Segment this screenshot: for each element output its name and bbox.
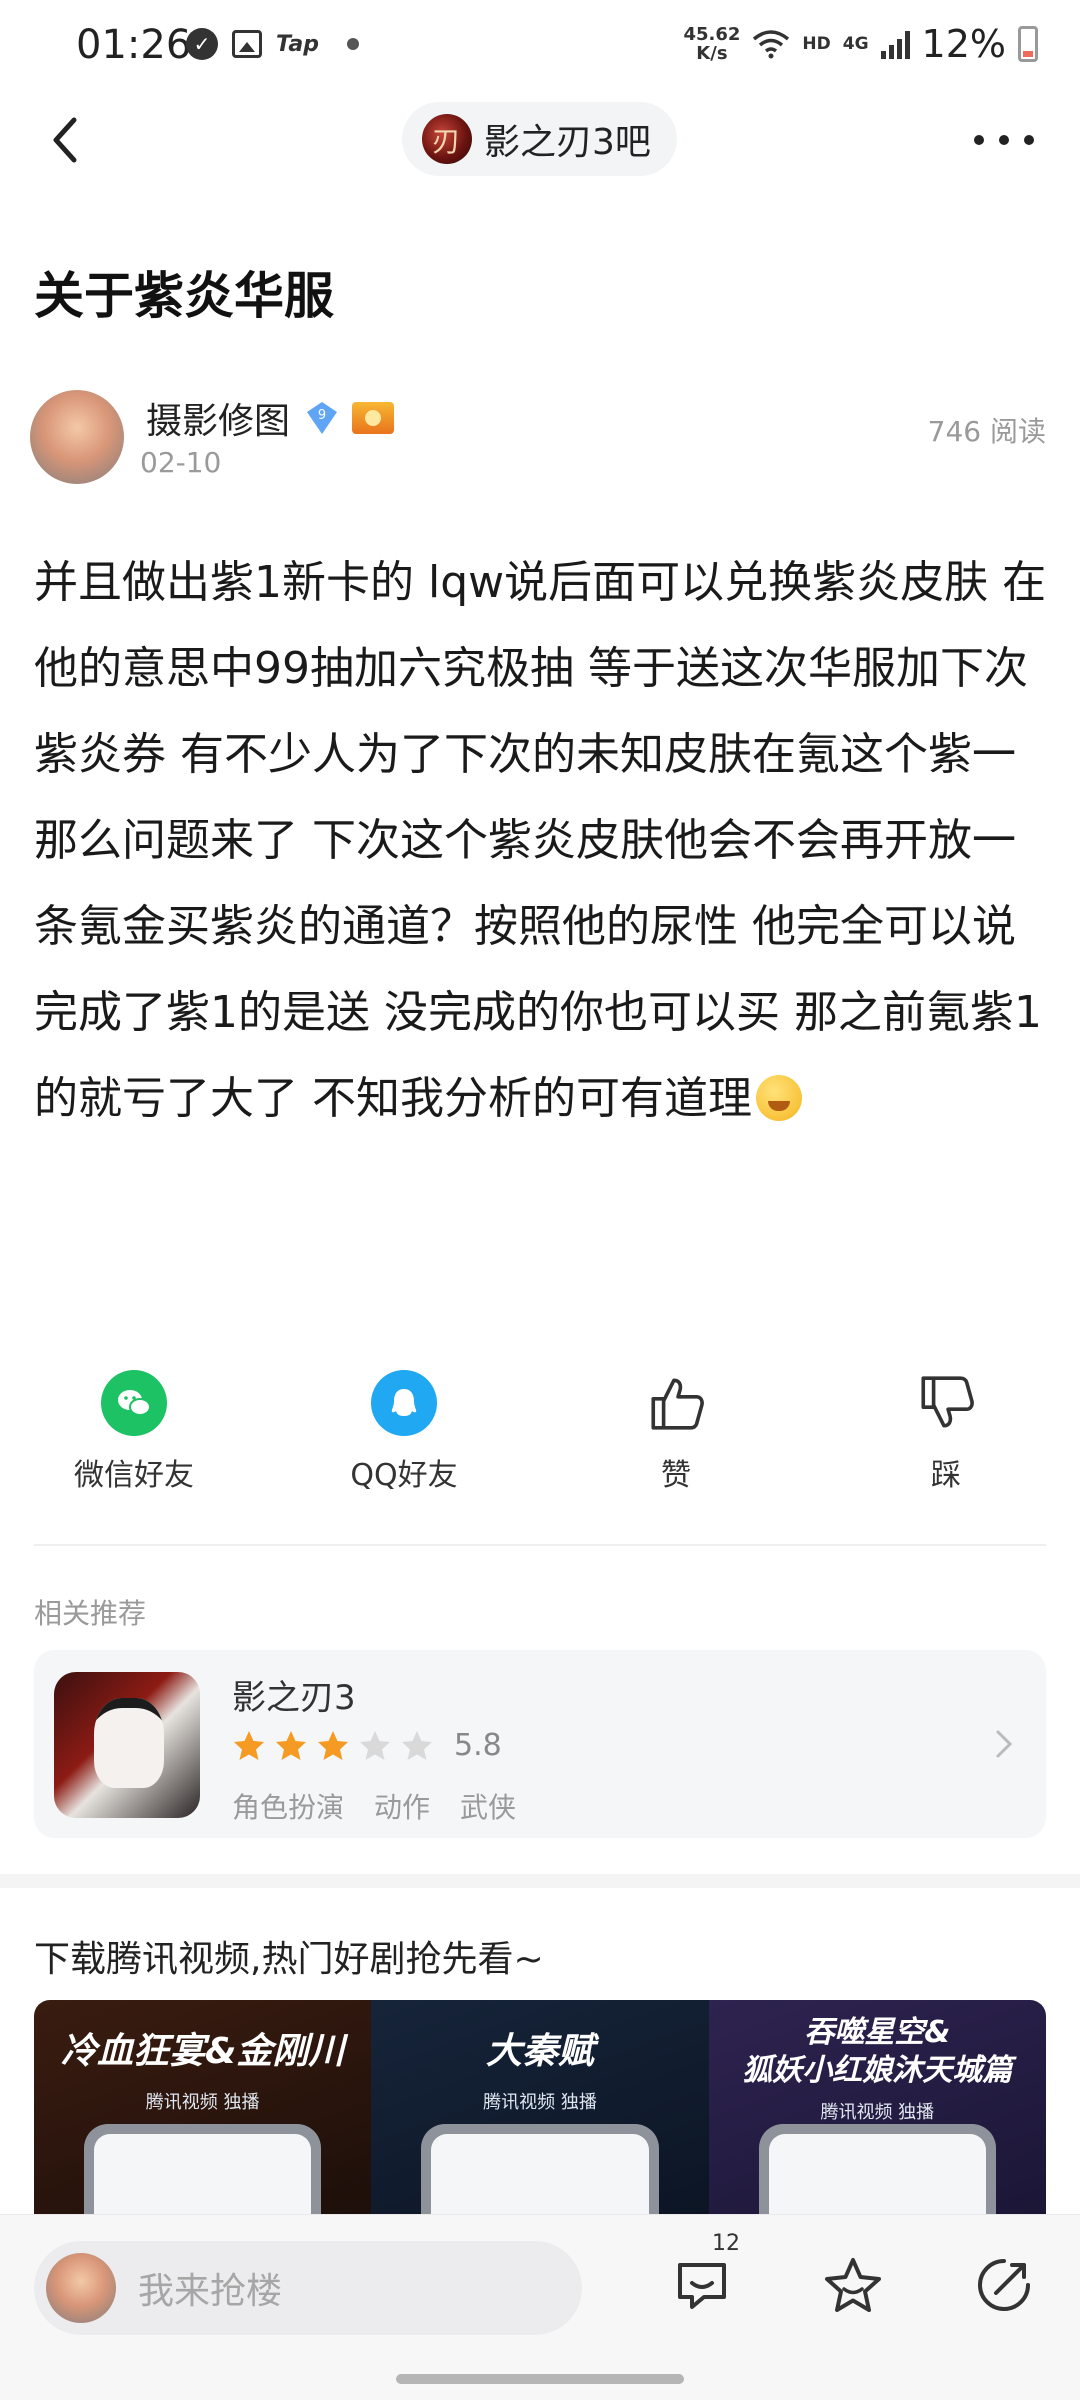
thumbs-up-icon [643, 1370, 709, 1436]
battery-percent: 12% [921, 22, 1006, 66]
phone-mockup [421, 2124, 659, 2214]
gift-badge-icon [352, 402, 394, 434]
wechat-icon [101, 1370, 167, 1436]
author-name[interactable]: 摄影修图 [146, 392, 290, 444]
game-score: 5.8 [454, 1728, 502, 1763]
user-avatar [46, 2253, 116, 2323]
status-notification-icons: ✓ Tap [186, 28, 359, 60]
game-tag: 动作 [374, 1791, 431, 1824]
notification-app-icon: ✓ [186, 28, 218, 60]
back-button[interactable] [40, 110, 100, 170]
more-notifications-dot-icon [347, 38, 359, 50]
star-filled-icon [318, 1730, 348, 1760]
more-dot-icon [999, 135, 1009, 145]
home-indicator[interactable] [396, 2374, 684, 2384]
rating-stars [232, 1729, 434, 1763]
ad-panel-brand: 腾讯视频 独播 [483, 2092, 597, 2113]
reply-input[interactable]: 我来抢楼 [34, 2241, 582, 2335]
level-badge-number: 9 [318, 408, 326, 423]
game-rating: 5.8 [232, 1728, 502, 1763]
back-arrow-icon [53, 117, 77, 163]
divider [34, 1544, 1046, 1546]
post-paragraph-text: 那么问题来了 下次这个紫炎皮肤他会不会再开放一条氪金买紫炎的通道？按照他的尿性 … [34, 815, 1042, 1124]
comment-icon[interactable] [672, 2255, 732, 2315]
share-wechat-button[interactable]: 微信好友 [34, 1370, 234, 1494]
share-wechat-label: 微信好友 [74, 1458, 194, 1493]
share-qq-label: QQ好友 [350, 1458, 458, 1493]
post-date: 02-10 [140, 446, 222, 479]
status-system-icons: 45.62 K/s HD 4G 12% [683, 22, 1038, 66]
ad-title: 下载腾讯视频,热门好剧抢先看~ [34, 1939, 544, 1980]
tap-icon: Tap [276, 31, 319, 57]
read-count: 746 阅读 [927, 415, 1046, 448]
network-speed-value: 45.62 [683, 24, 741, 45]
game-tags: 角色扮演 动作 武侠 [232, 1786, 516, 1826]
network-speed-unit: K/s [696, 43, 728, 64]
comment-count: 12 [712, 2231, 740, 2256]
ad-banner[interactable]: 冷血狂宴&金刚川 腾讯视频 独播 大秦赋 腾讯视频 独播 吞噬星空& 狐妖小红娘… [34, 2000, 1046, 2214]
more-options-button[interactable] [974, 122, 1034, 158]
forum-name: 影之刃3吧 [484, 122, 651, 163]
qq-icon [371, 1370, 437, 1436]
ad-panel[interactable]: 大秦赋 腾讯视频 独播 [371, 2000, 709, 2214]
hd-voice-icon: HD [802, 34, 831, 54]
wifi-icon [752, 29, 790, 59]
star-empty-icon [360, 1730, 390, 1760]
network-type: 4G [842, 34, 869, 54]
chevron-right-icon [996, 1730, 1013, 1758]
share-icon[interactable] [974, 2255, 1034, 2315]
reply-placeholder: 我来抢楼 [138, 2271, 283, 2312]
gallery-icon [232, 30, 262, 58]
dislike-button[interactable]: 踩 [846, 1370, 1046, 1494]
post-paragraph: 并且做出紫1新卡的 lqw说后面可以兑换紫炎皮肤 在他的意思中99抽加六究极抽 … [34, 557, 1047, 780]
post-title: 关于紫炎华服 [34, 267, 334, 325]
like-label: 赞 [661, 1458, 691, 1493]
section-separator [0, 1874, 1080, 1888]
network-speed: 45.62 K/s [683, 25, 740, 63]
ad-panel-brand: 腾讯视频 独播 [820, 2102, 935, 2123]
forum-chip[interactable]: 影之刃3吧 [402, 102, 677, 176]
status-bar: 01:26 ✓ Tap 45.62 K/s HD 4G 12% [0, 0, 1080, 92]
status-time: 01:26 [76, 22, 192, 68]
related-game-card[interactable]: 影之刃3 5.8 角色扮演 动作 武侠 [34, 1650, 1046, 1838]
star-filled-icon [276, 1730, 306, 1760]
phone-mockup [758, 2124, 996, 2214]
star-filled-icon [234, 1730, 264, 1760]
author-avatar[interactable] [30, 390, 124, 484]
game-icon [54, 1672, 200, 1818]
ad-panel[interactable]: 吞噬星空& 狐妖小红娘沐天城篇 腾讯视频 独播 [708, 2000, 1046, 2214]
more-dot-icon [1024, 135, 1034, 145]
ad-panel[interactable]: 冷血狂宴&金刚川 腾讯视频 独播 [34, 2000, 372, 2214]
ad-panel-heading: 大秦赋 [485, 2031, 594, 2072]
ad-panel-heading: 冷血狂宴&金刚川 [60, 2031, 345, 2072]
ad-panel-brand: 腾讯视频 独播 [145, 2092, 260, 2113]
giggle-emoji-icon [756, 1075, 802, 1121]
star-empty-icon [402, 1730, 432, 1760]
like-button[interactable]: 赞 [576, 1370, 776, 1494]
forum-avatar [422, 114, 472, 164]
phone-mockup [84, 2124, 322, 2214]
dislike-label: 踩 [931, 1458, 961, 1493]
more-dot-icon [974, 135, 984, 145]
favorite-star-icon[interactable] [822, 2255, 884, 2317]
game-name: 影之刃3 [232, 1678, 356, 1718]
level-badge-icon: 9 [307, 402, 337, 434]
bottom-action-bar: 我来抢楼 12 [0, 2214, 1080, 2360]
thumbs-down-icon [913, 1370, 979, 1436]
share-qq-button[interactable]: QQ好友 [304, 1370, 504, 1494]
post-body: 并且做出紫1新卡的 lqw说后面可以兑换紫炎皮肤 在他的意思中99抽加六究极抽 … [34, 540, 1050, 1142]
battery-icon [1018, 26, 1038, 62]
share-row: 微信好友 QQ好友 赞 踩 [0, 1370, 1080, 1500]
signal-icon [880, 29, 910, 59]
ad-panel-heading: 吞噬星空& 狐妖小红娘沐天城篇 [742, 2015, 1013, 2088]
related-section-label: 相关推荐 [34, 1597, 147, 1630]
game-tag: 武侠 [460, 1791, 517, 1824]
top-nav: 影之刃3吧 [0, 92, 1080, 188]
post-paragraph-2: 那么问题来了 下次这个紫炎皮肤他会不会再开放一条氪金买紫炎的通道？按照他的尿性 … [34, 798, 1050, 1142]
game-tag: 角色扮演 [232, 1791, 345, 1824]
